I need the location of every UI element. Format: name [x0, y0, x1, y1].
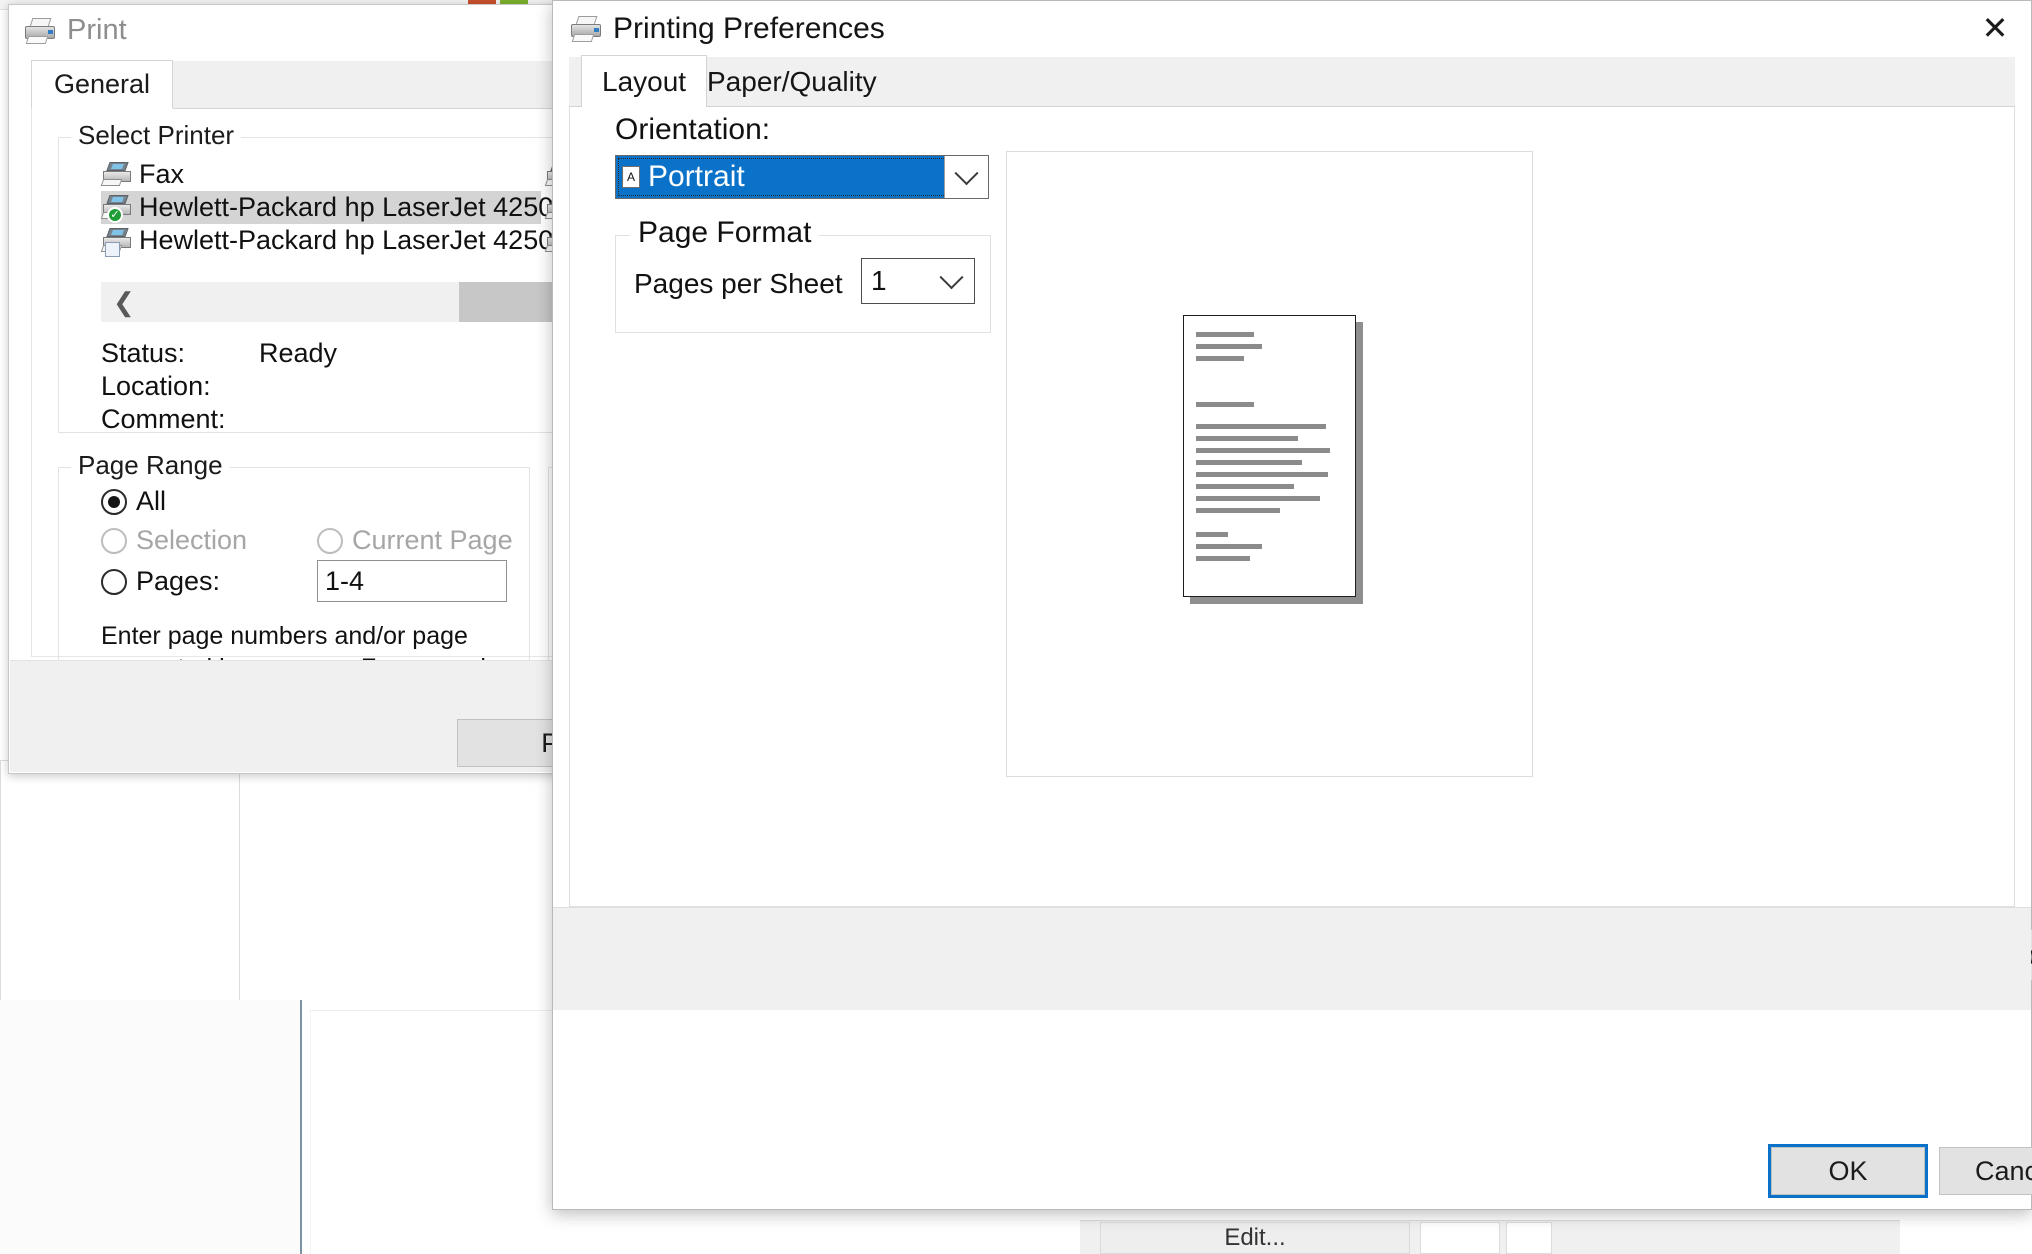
- printer-name: Fax: [139, 159, 185, 189]
- printer-icon: [100, 227, 133, 257]
- print-preview-frame: [1006, 151, 1533, 777]
- status-label: Status:: [101, 338, 186, 368]
- select-printer-legend: Select Printer: [71, 120, 242, 151]
- pages-per-sheet-select[interactable]: 1: [861, 258, 975, 304]
- shared-printer-icon: [105, 241, 120, 257]
- ok-button[interactable]: OK: [1771, 1147, 1925, 1195]
- radio-current-page-label: Current Page: [352, 525, 513, 555]
- background-left-pane: [0, 1000, 300, 1254]
- orientation-select[interactable]: A Portrait: [615, 155, 989, 199]
- radio-all-label: All: [136, 486, 167, 516]
- close-icon[interactable]: ✕: [1959, 1, 2031, 55]
- printer-list-item-hp-laserjet-4250-plain[interactable]: Hewlett-Packard hp LaserJet 4250 (Pla...: [100, 224, 631, 257]
- preview-page: [1183, 315, 1356, 597]
- radio-icon[interactable]: [101, 527, 127, 554]
- radio-all[interactable]: All: [101, 486, 166, 517]
- page-format-legend: Page Format: [630, 216, 820, 250]
- cancel-button[interactable]: Cancel: [1939, 1147, 2032, 1195]
- printer-name: Hewlett-Packard hp LaserJet 4250: [139, 192, 554, 222]
- printer-list-item-fax[interactable]: Fax: [100, 158, 541, 191]
- printer-icon: [569, 15, 603, 43]
- radio-icon[interactable]: [317, 527, 343, 554]
- orientation-label: Orientation:: [615, 113, 771, 146]
- radio-pages-label: Pages:: [136, 566, 221, 596]
- chevron-left-icon[interactable]: ❮: [113, 287, 135, 318]
- radio-icon[interactable]: [101, 488, 127, 515]
- comment-label: Comment:: [101, 404, 226, 434]
- background-field-b: [1506, 1222, 1552, 1254]
- tab-paper-quality[interactable]: Paper/Quality: [687, 57, 897, 107]
- page-range-group: Page Range All Selection Current Page Pa…: [58, 450, 530, 715]
- pages-per-sheet-label: Pages per Sheet: [634, 268, 843, 299]
- status-value: Ready: [259, 338, 338, 368]
- prefs-titlebar: Printing Preferences: [553, 1, 2031, 57]
- print-dialog-title: Print: [67, 14, 127, 46]
- orientation-value: Portrait: [648, 160, 745, 193]
- tab-general[interactable]: General: [31, 60, 174, 109]
- prefs-tabstrip: Layout Paper/Quality: [569, 55, 2015, 108]
- background-edit-button[interactable]: Edit...: [1100, 1222, 1410, 1254]
- printer-icon: [23, 17, 57, 45]
- printer-list-item-hp-laserjet-4250[interactable]: ✓ Hewlett-Packard hp LaserJet 4250: [100, 191, 553, 224]
- prefs-body: Orientation: A Portrait Page Format Page…: [569, 107, 2032, 981]
- radio-icon[interactable]: [101, 568, 127, 595]
- radio-selection-label: Selection: [136, 525, 248, 555]
- prefs-footer: [553, 907, 2031, 1010]
- printer-icon: ✓: [100, 194, 133, 223]
- page-format-group: Page Format Pages per Sheet 1: [615, 216, 991, 333]
- printer-icon: [100, 161, 133, 188]
- default-printer-check-icon: ✓: [107, 206, 123, 223]
- radio-current-page[interactable]: Current Page: [317, 525, 513, 556]
- pages-per-sheet-value: 1: [871, 265, 887, 296]
- chevron-down-icon[interactable]: [944, 156, 988, 198]
- radio-selection[interactable]: Selection: [101, 525, 247, 556]
- pages-input[interactable]: 1-4: [317, 560, 507, 602]
- chevron-down-icon[interactable]: [934, 259, 968, 303]
- background-field-a: [1420, 1222, 1500, 1254]
- printing-preferences-dialog: Printing Preferences ✕ Layout Paper/Qual…: [552, 0, 2032, 1210]
- page-range-legend: Page Range: [71, 450, 230, 481]
- prefs-dialog-title: Printing Preferences: [613, 12, 885, 45]
- location-label: Location:: [101, 371, 211, 401]
- screen: 2 fa Edit... Print General Select Printe…: [0, 0, 2032, 1254]
- radio-pages[interactable]: Pages:: [101, 566, 220, 597]
- page-portrait-icon: A: [622, 166, 640, 188]
